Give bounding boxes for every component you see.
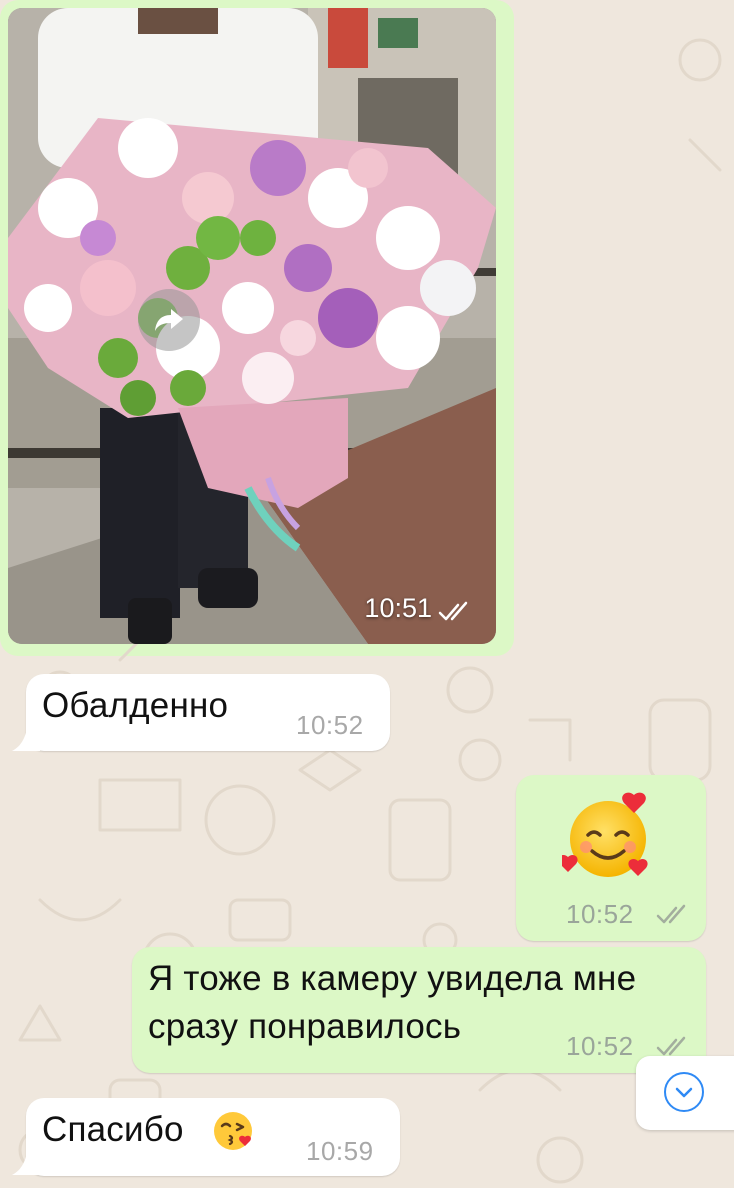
message-text: Обалденно — [42, 686, 229, 725]
forward-button[interactable] — [138, 289, 200, 351]
double-check-icon — [438, 601, 468, 621]
incoming-bubble-tail — [12, 1148, 40, 1175]
photo-message-bubble[interactable]: 10:51 — [0, 0, 514, 656]
smiling-face-with-hearts-icon — [562, 792, 648, 877]
incoming-message-bubble[interactable]: Обалденно 10:52 — [26, 674, 390, 751]
double-check-icon — [656, 904, 686, 924]
message-text: Спасибо — [42, 1110, 184, 1149]
incoming-message-bubble[interactable]: Спасибо 10:59 — [26, 1098, 400, 1176]
incoming-bubble-tail — [12, 724, 40, 751]
scroll-to-bottom-button[interactable] — [636, 1056, 734, 1130]
photo-message-time: 10:51 — [364, 593, 432, 623]
photo-of-flower-bouquet[interactable]: 10:51 — [8, 8, 496, 644]
message-time: 10:52 — [566, 1031, 634, 1061]
chevron-down-icon — [664, 1072, 704, 1112]
outgoing-emoji-message-bubble[interactable]: 10:52 — [516, 775, 706, 941]
message-text-line-1: Я тоже в камеру увидела мне — [148, 959, 637, 998]
message-text-line-2: сразу понравилось — [148, 1007, 462, 1046]
outgoing-message-bubble[interactable]: Я тоже в камеру увидела мне сразу понрав… — [132, 947, 706, 1073]
message-time: 10:59 — [306, 1136, 374, 1166]
message-time: 10:52 — [296, 710, 364, 740]
message-time: 10:52 — [566, 899, 634, 929]
forward-arrow-icon — [155, 309, 183, 331]
face-blowing-a-kiss-icon — [214, 1112, 252, 1150]
